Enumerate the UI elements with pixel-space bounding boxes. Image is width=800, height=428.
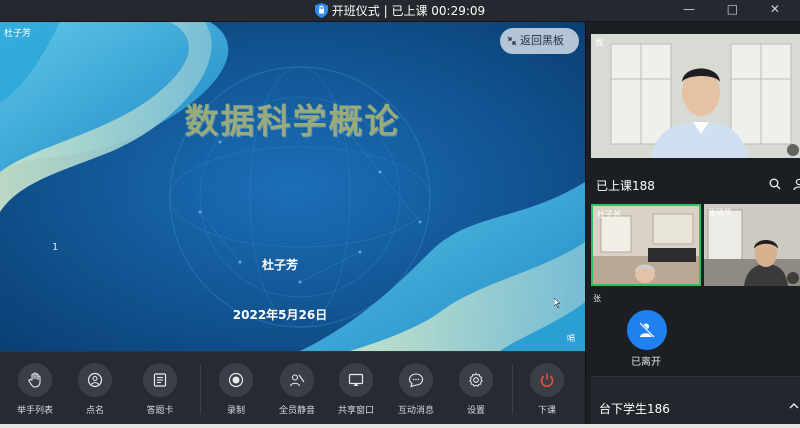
back-to-blackboard-label: 返回黑板	[520, 34, 564, 47]
end-class-label: 下课	[537, 406, 556, 416]
teacher-video[interactable]: 我	[591, 34, 800, 158]
answer-card-icon	[153, 373, 167, 387]
student-name: 杜子芳	[597, 210, 621, 219]
person-away-icon	[639, 322, 655, 338]
search-icon[interactable]	[769, 178, 781, 190]
mute-all-label: 全员静音	[278, 406, 315, 416]
student-name: 张晓华	[708, 208, 732, 217]
end-class-button[interactable]: 下课	[522, 352, 572, 416]
offstage-count-heading: 台下学生186	[599, 402, 670, 416]
slide-title: 数据科学概论	[184, 102, 401, 142]
power-icon	[540, 373, 554, 387]
gear-icon	[468, 372, 484, 387]
raise-hand-list-button[interactable]: 举手列表	[10, 352, 60, 416]
student-tile[interactable]: 张 已离开	[591, 289, 701, 368]
chevron-up-icon[interactable]	[789, 401, 799, 411]
attending-count-heading: 已上课188	[596, 179, 655, 193]
window-controls[interactable]: — □ ✕	[683, 2, 794, 16]
user-icon[interactable]	[793, 178, 800, 190]
chat-bubble-icon	[408, 373, 424, 388]
share-screen-icon	[348, 373, 364, 386]
answer-card-label: 答题卡	[146, 406, 174, 416]
shield-icon	[314, 3, 328, 18]
interactive-messages-button[interactable]: 互动消息	[391, 352, 441, 416]
toolbar-divider	[512, 364, 513, 414]
share-window-button[interactable]: 共享窗口	[331, 352, 381, 416]
presenter-name: 杜子芳	[4, 29, 32, 39]
settings-button[interactable]: 设置	[451, 352, 501, 416]
bottom-toolbar: 举手列表 点名 答题卡 录制 全员静音 共享窗口 互动消息 设置 下课	[0, 351, 585, 428]
participants-sidebar: 我 已上课188 杜子芳 张晓华 张 已离开 台下学生186	[585, 22, 800, 428]
mute-all-icon	[289, 374, 305, 387]
teacher-label: 我	[595, 38, 603, 47]
slide-stage: 杜子芳 返回黑板 数据科学概论 1 杜子芳 2022年5月26日 嗝	[0, 22, 585, 351]
settings-label: 设置	[466, 406, 485, 416]
raise-hand-list-label: 举手列表	[16, 406, 53, 416]
record-label: 录制	[226, 406, 245, 416]
slide-date: 2022年5月26日	[232, 308, 328, 322]
record-button[interactable]: 录制	[211, 352, 261, 416]
left-status-label: 已离开	[631, 357, 661, 368]
slide-author: 杜子芳	[261, 258, 298, 272]
mouse-cursor-icon	[554, 298, 561, 308]
student-tile[interactable]: 杜子芳	[591, 204, 701, 286]
student-tile[interactable]: 张晓华	[704, 204, 800, 286]
roll-call-label: 点名	[85, 406, 104, 416]
student-name: 张	[593, 294, 601, 303]
teacher-video-image	[591, 34, 800, 158]
microphone-icon	[787, 272, 799, 284]
back-to-blackboard-button[interactable]: 返回黑板	[500, 28, 579, 54]
session-title: 开班仪式 | 已上课 00:29:09	[0, 2, 800, 19]
microphone-icon	[787, 144, 799, 156]
toolbar-divider	[200, 364, 201, 414]
answer-card-button[interactable]: 答题卡	[135, 352, 185, 416]
roll-call-button[interactable]: 点名	[70, 352, 120, 416]
title-bar: 开班仪式 | 已上课 00:29:09 — □ ✕	[0, 0, 800, 22]
shrink-icon	[507, 36, 517, 46]
raise-hand-icon	[28, 372, 41, 388]
location-pin-icon	[87, 372, 103, 388]
record-icon	[228, 372, 244, 388]
slide-background	[0, 22, 585, 351]
share-window-label: 共享窗口	[337, 406, 374, 416]
interactive-messages-label: 互动消息	[397, 406, 434, 416]
slide-page-number: 1	[52, 242, 59, 253]
corner-badge: 嗝	[567, 334, 575, 343]
taskbar-edge	[0, 424, 800, 428]
mute-all-button[interactable]: 全员静音	[272, 352, 322, 416]
left-status-icon	[627, 310, 667, 350]
offstage-students-panel[interactable]: 台下学生186	[591, 376, 800, 428]
session-title-text: 开班仪式 | 已上课 00:29:09	[331, 4, 486, 18]
